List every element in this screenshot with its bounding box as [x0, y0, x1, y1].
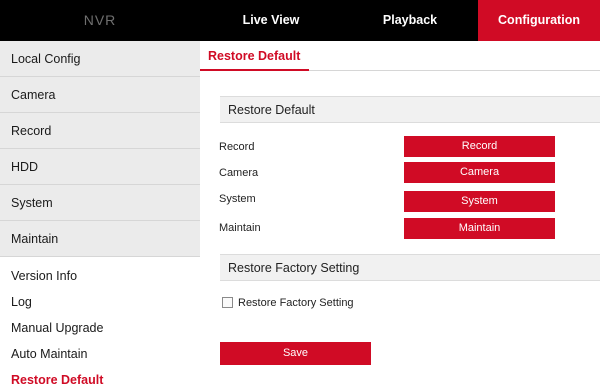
- nav-configuration[interactable]: Configuration: [478, 0, 600, 41]
- restore-maintain-button[interactable]: Maintain: [404, 218, 555, 239]
- sidebar-item-hdd[interactable]: HDD: [0, 149, 200, 185]
- restore-camera-button[interactable]: Camera: [404, 162, 555, 183]
- maintain-label: Maintain: [219, 222, 261, 234]
- sidebar-item-local-config[interactable]: Local Config: [0, 41, 200, 77]
- sidebar-item-maintain[interactable]: Maintain: [0, 221, 200, 257]
- restore-system-button[interactable]: System: [404, 191, 555, 212]
- factory-setting-row: Restore Factory Setting: [222, 296, 354, 310]
- sidebar: Local Config Camera Record HDD System Ma…: [0, 41, 200, 387]
- sidebar-subitem-manual-upgrade[interactable]: Manual Upgrade: [0, 315, 200, 341]
- sidebar-item-camera[interactable]: Camera: [0, 77, 200, 113]
- restore-factory-checkbox[interactable]: [222, 297, 233, 308]
- main-content: Restore Default Restore Default Record R…: [200, 41, 600, 387]
- record-label: Record: [219, 141, 255, 153]
- top-navigation-bar: NVR Live View Playback Configuration: [0, 0, 600, 41]
- sidebar-item-system[interactable]: System: [0, 185, 200, 221]
- sidebar-subitem-version-info[interactable]: Version Info: [0, 263, 200, 289]
- sidebar-item-record[interactable]: Record: [0, 113, 200, 149]
- sidebar-subitem-auto-maintain[interactable]: Auto Maintain: [0, 341, 200, 367]
- tab-restore-default[interactable]: Restore Default: [200, 41, 309, 71]
- nav-playback[interactable]: Playback: [342, 0, 478, 41]
- section-header-restore-factory: Restore Factory Setting: [220, 254, 600, 281]
- restore-record-button[interactable]: Record: [404, 136, 555, 157]
- tab-bar: Restore Default: [200, 41, 600, 71]
- section-header-restore-default: Restore Default: [220, 96, 600, 123]
- nvr-logo: NVR: [83, 12, 117, 28]
- nav-live-view[interactable]: Live View: [200, 0, 342, 41]
- sidebar-subitem-restore-default[interactable]: Restore Default: [0, 367, 200, 387]
- save-button[interactable]: Save: [220, 342, 371, 365]
- restore-factory-checkbox-label: Restore Factory Setting: [238, 297, 354, 309]
- camera-label: Camera: [219, 167, 259, 179]
- system-label: System: [219, 193, 256, 205]
- sidebar-subitem-log[interactable]: Log: [0, 289, 200, 315]
